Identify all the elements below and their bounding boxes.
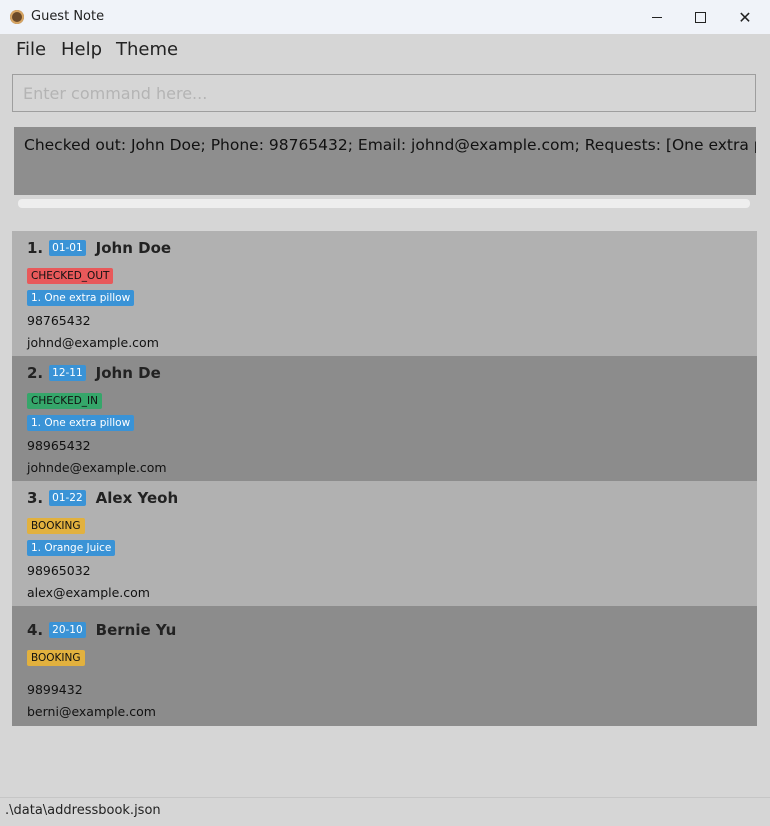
guest-index: 3. [27, 489, 44, 507]
room-tag: 01-22 [49, 490, 86, 506]
guest-email: johnde@example.com [27, 460, 167, 475]
guest-card[interactable]: 4. 20-10 Bernie Yu BOOKING 9899432 berni… [12, 606, 757, 726]
status-badge: BOOKING [27, 518, 85, 534]
command-input[interactable] [12, 74, 756, 112]
close-icon: ✕ [738, 7, 752, 27]
result-horizontal-scrollbar[interactable] [18, 199, 750, 208]
data-file-path: .\data\addressbook.json [5, 803, 161, 818]
guest-card-header: 1. 01-01 John Doe [27, 239, 171, 257]
guest-card[interactable]: 2. 12-11 John De CHECKED_IN 1. One extra… [12, 356, 757, 481]
status-badge: CHECKED_IN [27, 393, 102, 409]
close-button[interactable]: ✕ [722, 0, 768, 34]
guest-list[interactable]: 1. 01-01 John Doe CHECKED_OUT 1. One ext… [12, 231, 757, 796]
menu-file[interactable]: File [16, 39, 46, 60]
guest-name: John De [95, 364, 161, 382]
guest-phone: 98965032 [27, 563, 91, 578]
guest-card-header: 4. 20-10 Bernie Yu [27, 621, 176, 639]
maximize-button[interactable] [677, 0, 723, 34]
guest-index: 4. [27, 621, 44, 639]
request-tag: 1. Orange Juice [27, 540, 116, 556]
app-icon [10, 10, 24, 24]
status-bar: .\data\addressbook.json [0, 797, 770, 826]
guest-card-header: 2. 12-11 John De [27, 364, 161, 382]
minimize-icon [652, 16, 662, 18]
minimize-button[interactable] [634, 0, 680, 34]
status-badge: BOOKING [27, 650, 85, 666]
guest-phone: 9899432 [27, 682, 83, 697]
guest-email: johnd@example.com [27, 335, 159, 350]
guest-email: alex@example.com [27, 585, 150, 600]
room-tag: 20-10 [49, 622, 86, 638]
guest-card[interactable]: 3. 01-22 Alex Yeoh BOOKING 1. Orange Jui… [12, 481, 757, 606]
request-tag: 1. One extra pillow [27, 415, 135, 431]
status-badge: CHECKED_OUT [27, 268, 114, 284]
request-tag: 1. One extra pillow [27, 290, 135, 306]
menu-bar: File Help Theme [0, 34, 770, 66]
guest-name: John Doe [95, 239, 172, 257]
guest-phone: 98765432 [27, 313, 91, 328]
result-text: Checked out: John Doe; Phone: 98765432; … [24, 136, 756, 154]
maximize-icon [694, 11, 706, 23]
menu-help[interactable]: Help [61, 39, 102, 60]
guest-card-header: 3. 01-22 Alex Yeoh [27, 489, 178, 507]
guest-name: Alex Yeoh [95, 489, 179, 507]
guest-index: 1. [27, 239, 44, 257]
guest-name: Bernie Yu [95, 621, 177, 639]
window-title: Guest Note [31, 9, 105, 24]
title-bar: Guest Note ✕ [0, 0, 770, 35]
guest-index: 2. [27, 364, 44, 382]
guest-phone: 98965432 [27, 438, 91, 453]
guest-card[interactable]: 1. 01-01 John Doe CHECKED_OUT 1. One ext… [12, 231, 757, 356]
room-tag: 01-01 [49, 240, 86, 256]
result-display: Checked out: John Doe; Phone: 98765432; … [14, 127, 756, 195]
guest-email: berni@example.com [27, 704, 156, 719]
menu-theme[interactable]: Theme [116, 39, 178, 60]
room-tag: 12-11 [49, 365, 86, 381]
